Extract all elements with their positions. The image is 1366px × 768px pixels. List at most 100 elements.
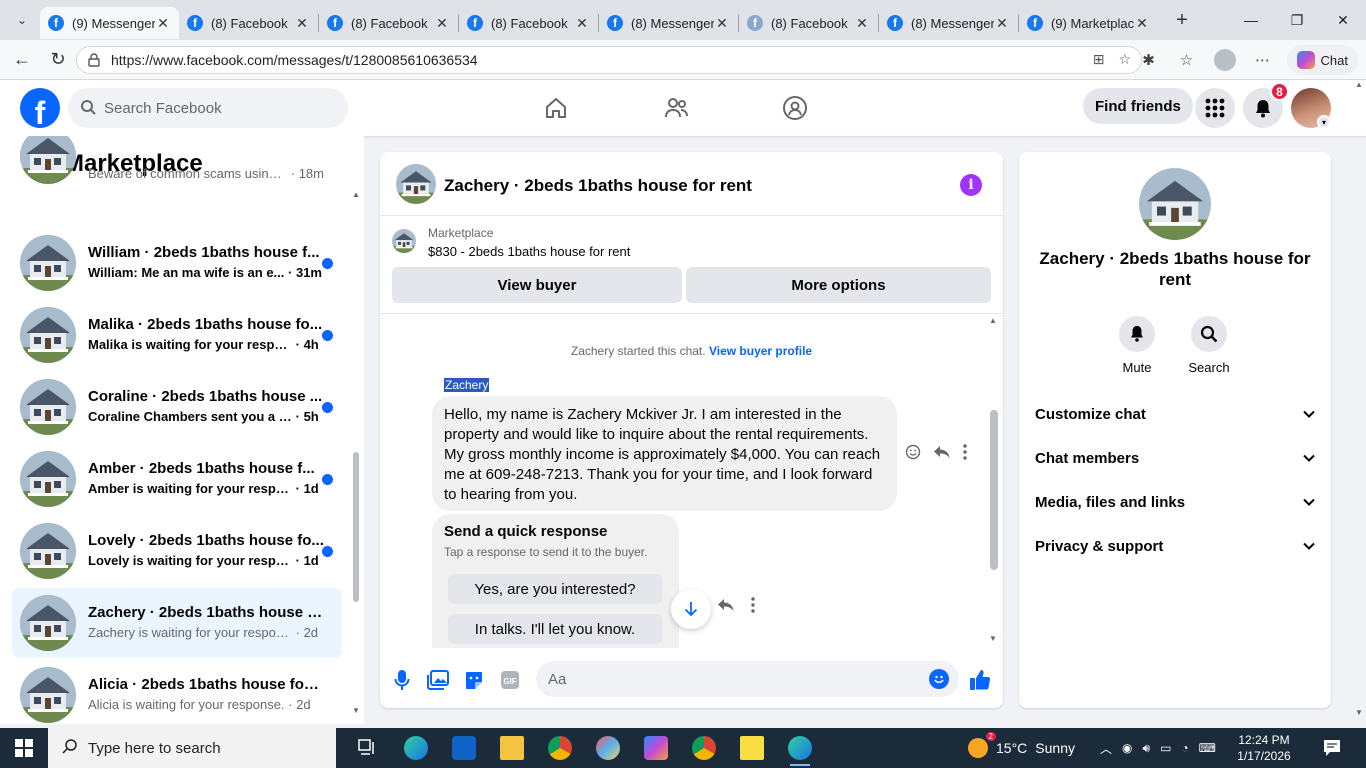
- chat-avatar[interactable]: [396, 164, 436, 204]
- facebook-logo-icon[interactable]: f: [20, 88, 60, 128]
- maximize-button[interactable]: ❐: [1274, 0, 1320, 40]
- chevron-up-icon[interactable]: ︿: [1100, 740, 1112, 757]
- mute-button[interactable]: Mute: [1107, 316, 1167, 375]
- edge-browser-icon[interactable]: [392, 728, 440, 768]
- browser-profile-avatar[interactable]: [1211, 44, 1239, 76]
- minimize-button[interactable]: —: [1228, 0, 1274, 40]
- outlook-icon[interactable]: [440, 728, 488, 768]
- quick-response-option[interactable]: In talks. I'll let you know.: [448, 614, 662, 644]
- chat-title[interactable]: Zachery · 2beds 1baths house for rent: [444, 176, 752, 196]
- close-tab-icon[interactable]: ✕: [155, 15, 171, 32]
- close-window-button[interactable]: ✕: [1320, 0, 1366, 40]
- wifi-icon[interactable]: ◔: [1181, 741, 1188, 755]
- find-friends-button[interactable]: Find friends: [1083, 88, 1193, 124]
- friends-nav-icon[interactable]: [656, 92, 696, 124]
- groups-nav-icon[interactable]: [775, 92, 815, 124]
- favorites-icon[interactable]: ☆: [1173, 44, 1201, 76]
- chevron-down-icon[interactable]: ▾: [1317, 115, 1331, 129]
- favorite-star-icon[interactable]: ☆: [1118, 51, 1131, 68]
- react-emoji-icon[interactable]: [905, 444, 921, 465]
- conversation-item[interactable]: Alicia · 2beds 1baths house for r... Alic…: [12, 660, 342, 724]
- close-tab-icon[interactable]: ✕: [994, 15, 1010, 32]
- conversation-item[interactable]: Beware of common scams using ... · 18m: [12, 136, 342, 226]
- app-available-icon[interactable]: ⊞: [1093, 51, 1105, 68]
- copilot-app-icon[interactable]: [632, 728, 680, 768]
- keyboard-icon[interactable]: ⌨: [1199, 741, 1216, 755]
- more-options-button[interactable]: More options: [686, 267, 991, 303]
- taskbar-search-input[interactable]: Type here to search: [48, 728, 336, 768]
- view-buyer-button[interactable]: View buyer: [392, 267, 682, 303]
- browser-tab[interactable]: f (8) Messenger | ✕: [599, 7, 738, 39]
- extensions-icon[interactable]: ✱: [1135, 44, 1163, 76]
- menu-grid-button[interactable]: [1195, 88, 1235, 128]
- browser-tab[interactable]: f (8) Messenger | ✕: [879, 7, 1018, 39]
- info-icon[interactable]: i: [960, 174, 982, 196]
- close-tab-icon[interactable]: ✕: [1134, 15, 1150, 32]
- system-clock[interactable]: 12:24 PM 1/17/2026: [1228, 732, 1300, 764]
- close-tab-icon[interactable]: ✕: [294, 15, 310, 32]
- volume-icon[interactable]: 🔊︎: [1143, 741, 1151, 756]
- browser-tab[interactable]: f (8) Facebook ✕: [739, 7, 878, 39]
- refresh-button[interactable]: ↻: [40, 44, 76, 76]
- details-section-item[interactable]: Customize chat: [1035, 400, 1315, 428]
- tab-actions-menu[interactable]: ⌄: [4, 5, 40, 35]
- close-tab-icon[interactable]: ✕: [854, 15, 870, 32]
- conversation-item[interactable]: William · 2beds 1baths house f... William…: [12, 228, 342, 298]
- settings-more-icon[interactable]: ⋯: [1249, 44, 1277, 76]
- sticker-icon[interactable]: [462, 668, 486, 692]
- details-section-item[interactable]: Privacy & support: [1035, 532, 1315, 560]
- network-app-icon[interactable]: ◉: [1122, 741, 1132, 755]
- new-tab-button[interactable]: +: [1166, 4, 1198, 36]
- browser-tab[interactable]: f (8) Facebook ✕: [459, 7, 598, 39]
- chrome-profile-icon[interactable]: [680, 728, 728, 768]
- message-input[interactable]: Aa: [536, 661, 959, 697]
- quick-response-option[interactable]: Yes, are you interested?: [448, 574, 662, 604]
- notification-center-icon[interactable]: [1322, 738, 1342, 758]
- browser-tab[interactable]: f (9) Marketplace ✕: [1019, 7, 1158, 39]
- conversation-item[interactable]: Malika · 2beds 1baths house fo... Malika …: [12, 300, 342, 370]
- list-scrollbar[interactable]: ▲ ▼: [352, 190, 360, 715]
- conversation-item-selected[interactable]: Zachery · 2beds 1baths house fo... Zacher…: [12, 588, 342, 658]
- site-info-icon[interactable]: [87, 53, 101, 67]
- notifications-button[interactable]: 8: [1243, 82, 1289, 128]
- reply-icon[interactable]: [717, 597, 735, 618]
- chrome-icon[interactable]: [536, 728, 584, 768]
- conversation-item[interactable]: Amber · 2beds 1baths house f... Amber is …: [12, 444, 342, 514]
- browser-tab[interactable]: f (8) Facebook ✕: [319, 7, 458, 39]
- reply-icon[interactable]: [933, 444, 951, 465]
- file-explorer-icon[interactable]: [488, 728, 536, 768]
- emoji-icon[interactable]: [929, 669, 949, 689]
- conversation-item[interactable]: Lovely · 2beds 1baths house fo... Lovely …: [12, 516, 342, 586]
- conversation-item[interactable]: Coraline · 2beds 1baths house ... Coralin…: [12, 372, 342, 442]
- browser-tab[interactable]: f (9) Messenger | ✕: [40, 7, 179, 39]
- home-nav-icon[interactable]: [536, 92, 576, 124]
- close-tab-icon[interactable]: ✕: [714, 15, 730, 32]
- url-field[interactable]: https://www.facebook.com/messages/t/1280…: [76, 46, 1142, 74]
- details-section-item[interactable]: Media, files and links: [1035, 488, 1315, 516]
- details-avatar[interactable]: [1139, 168, 1211, 240]
- weather-widget[interactable]: 2 15°C Sunny: [968, 728, 1075, 768]
- details-section-item[interactable]: Chat members: [1035, 444, 1315, 472]
- thumbs-up-icon[interactable]: [968, 668, 992, 692]
- scroll-to-bottom-button[interactable]: [671, 589, 711, 629]
- thread-scrollbar[interactable]: ▲ ▼: [989, 316, 999, 644]
- edge-active-icon[interactable]: [776, 728, 824, 768]
- photo-icon[interactable]: [426, 668, 450, 692]
- browser-tab[interactable]: f (8) Facebook ✕: [179, 7, 318, 39]
- close-tab-icon[interactable]: ✕: [434, 15, 450, 32]
- paint-icon[interactable]: [584, 728, 632, 768]
- gif-icon[interactable]: GIF: [498, 668, 522, 692]
- copilot-chat-button[interactable]: Chat: [1286, 45, 1358, 75]
- listing-summary[interactable]: Marketplace $830 - 2beds 1baths house fo…: [392, 226, 992, 266]
- back-button[interactable]: ←: [4, 44, 40, 76]
- more-vertical-icon[interactable]: [963, 444, 967, 465]
- task-view-icon[interactable]: [344, 728, 392, 768]
- more-vertical-icon[interactable]: [751, 597, 755, 618]
- microphone-icon[interactable]: [390, 668, 414, 692]
- close-tab-icon[interactable]: ✕: [574, 15, 590, 32]
- search-in-chat-button[interactable]: Search: [1179, 316, 1239, 375]
- facebook-search-input[interactable]: Search Facebook: [68, 88, 348, 128]
- sticky-notes-icon[interactable]: [728, 728, 776, 768]
- battery-icon[interactable]: ▭: [1160, 741, 1171, 755]
- windows-start-icon[interactable]: [0, 728, 48, 768]
